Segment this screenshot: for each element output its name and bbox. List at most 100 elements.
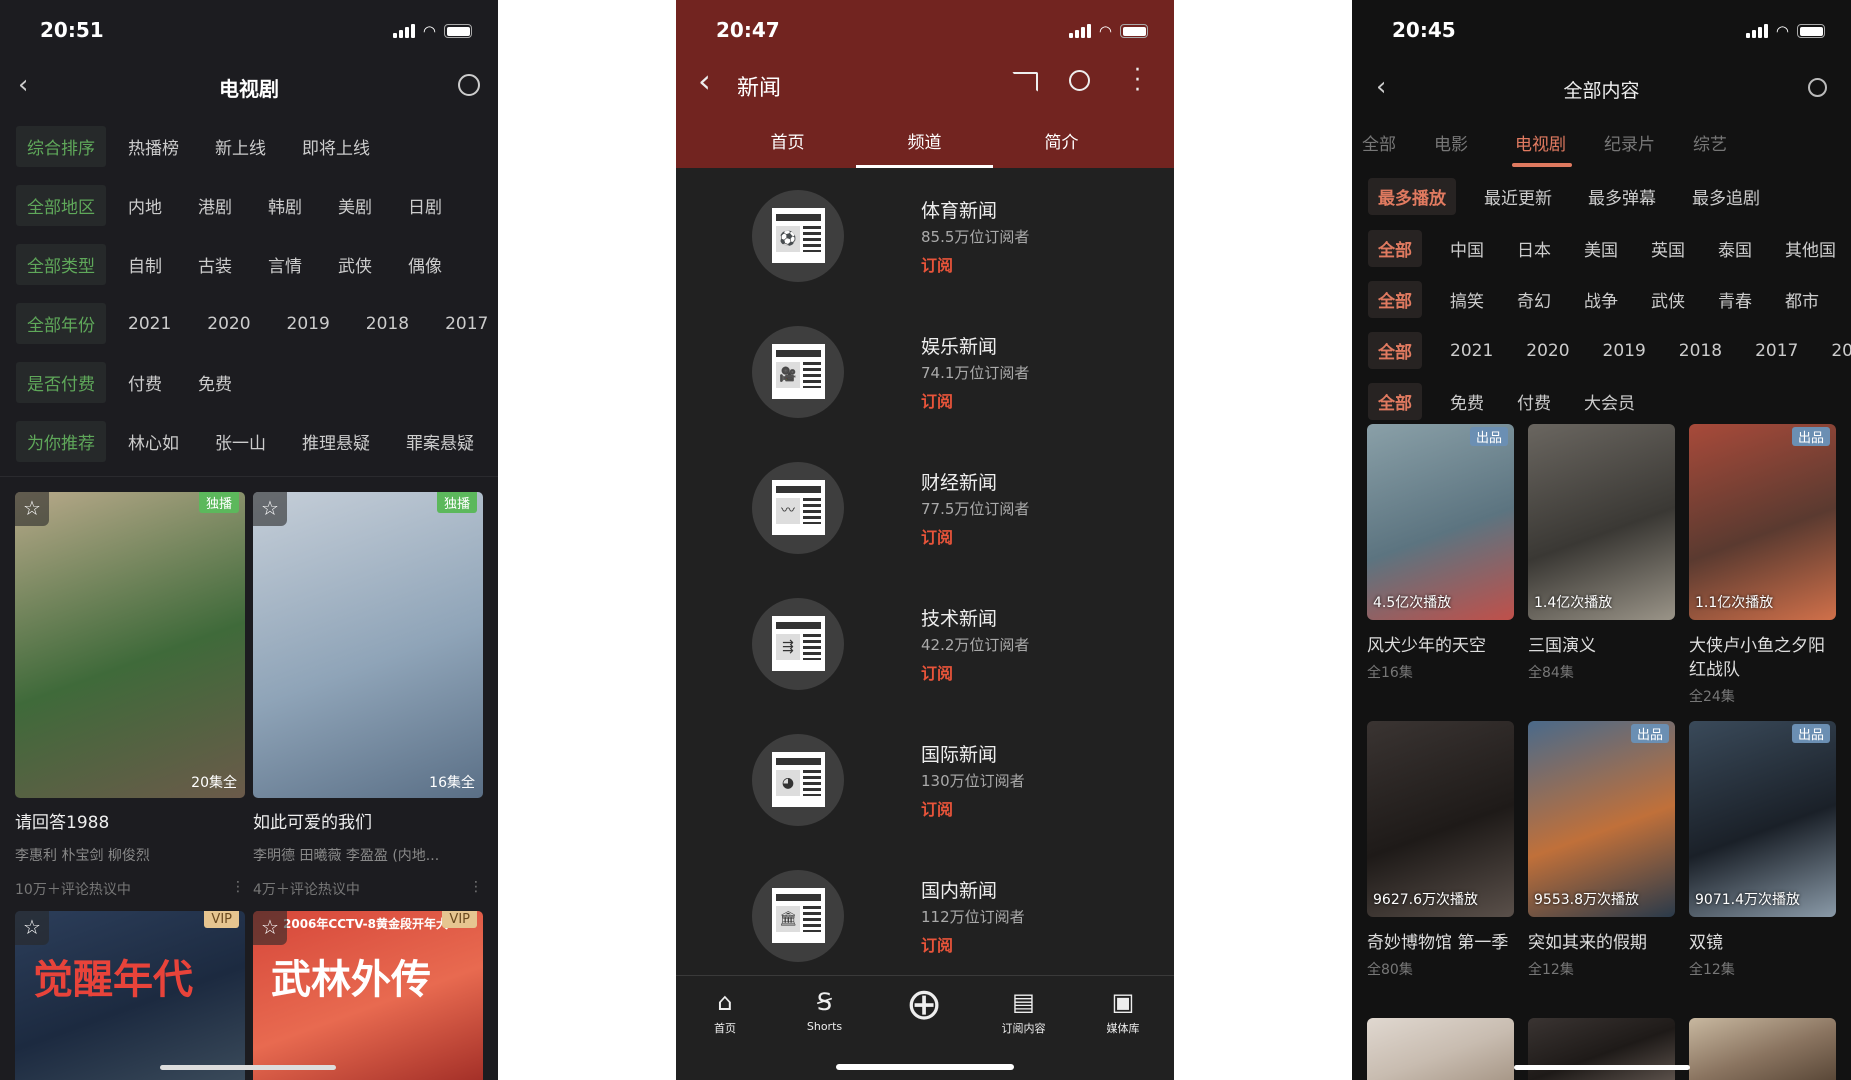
filter-option[interactable]: 武侠 <box>338 252 372 277</box>
subscribe-button[interactable]: 订阅 <box>921 796 953 820</box>
show-card[interactable]: 出品 1.1亿次播放 大侠卢小鱼之夕阳红战队 全24集 <box>1689 424 1836 706</box>
nav-home[interactable]: ⌂ 首页 <box>676 988 775 1036</box>
filter-option[interactable]: 罪案悬疑 <box>406 429 474 454</box>
filter-option[interactable]: 热播榜 <box>128 134 179 159</box>
filter-option[interactable]: 韩剧 <box>268 193 302 218</box>
filter-chip-active[interactable]: 全部 <box>1368 383 1422 420</box>
more-options-icon[interactable]: · · · <box>1134 60 1141 102</box>
filter-option[interactable]: 免费 <box>1450 389 1484 414</box>
favorite-star-icon[interactable]: ☆ <box>253 492 287 526</box>
filter-option[interactable]: 古装 <box>198 252 232 277</box>
tab-1[interactable]: 电影 <box>1434 130 1468 155</box>
filter-option[interactable]: 即将上线 <box>302 134 370 159</box>
sort-chip-active[interactable]: 最多播放 <box>1368 178 1456 215</box>
search-icon[interactable] <box>458 74 480 96</box>
show-card[interactable]: 出品 9553.8万次播放 突如其来的假期 全12集 <box>1528 721 1675 979</box>
filter-option[interactable]: 内地 <box>128 193 162 218</box>
filter-option[interactable]: 中国 <box>1450 236 1484 261</box>
filter-option[interactable]: 新上线 <box>215 134 266 159</box>
filter-option[interactable]: 2020 <box>207 314 250 334</box>
tab-2[interactable]: 电视剧 <box>1515 130 1566 155</box>
filter-option[interactable]: 2021 <box>1450 341 1493 361</box>
filter-option[interactable]: 自制 <box>128 252 162 277</box>
tab-4[interactable]: 综艺 <box>1693 130 1727 155</box>
channel-item[interactable]: 🏛 国内新闻 112万位订阅者 订阅 <box>676 870 1174 990</box>
channel-item[interactable]: ⇶ 技术新闻 42.2万位订阅者 订阅 <box>676 598 1174 718</box>
filter-option[interactable]: 港剧 <box>198 193 232 218</box>
poster-image[interactable] <box>1689 1018 1836 1080</box>
poster-image[interactable]: ☆ 独播 20集全 <box>15 492 245 798</box>
filter-chip-active[interactable]: 是否付费 <box>16 362 106 403</box>
filter-chip-active[interactable]: 全部年份 <box>16 303 106 344</box>
filter-option[interactable]: 武侠 <box>1651 287 1685 312</box>
filter-chip-active[interactable]: 全部 <box>1368 230 1422 267</box>
channel-item[interactable]: ⚽ 体育新闻 85.5万位订阅者 订阅 <box>676 190 1174 310</box>
poster-image[interactable] <box>1528 1018 1675 1080</box>
poster-image[interactable]: 9627.6万次播放 <box>1367 721 1514 917</box>
show-card[interactable]: 9627.6万次播放 奇妙博物馆 第一季 全80集 <box>1367 721 1514 979</box>
subscribe-button[interactable]: 订阅 <box>921 524 953 548</box>
filter-option[interactable]: 奇幻 <box>1517 287 1551 312</box>
back-button[interactable]: ‹ <box>698 62 711 100</box>
filter-option[interactable]: 2019 <box>287 314 330 334</box>
tab-2[interactable]: 简介 <box>993 128 1130 153</box>
filter-option[interactable]: 免费 <box>198 370 232 395</box>
search-icon[interactable] <box>1069 70 1090 91</box>
filter-option[interactable]: 付费 <box>128 370 162 395</box>
nav-shorts[interactable]: Ꞩ Shorts <box>775 988 875 1033</box>
show-card[interactable] <box>1367 1018 1514 1080</box>
filter-option[interactable]: 日本 <box>1517 236 1551 261</box>
subscribe-button[interactable]: 订阅 <box>921 660 953 684</box>
poster-image[interactable]: 1.4亿次播放 <box>1528 424 1675 620</box>
poster-image[interactable]: 出品 9553.8万次播放 <box>1528 721 1675 917</box>
filter-option[interactable]: 搞笑 <box>1450 287 1484 312</box>
filter-option[interactable]: 张一山 <box>215 429 266 454</box>
filter-option[interactable]: 泰国 <box>1718 236 1752 261</box>
filter-option[interactable]: 林心如 <box>128 429 179 454</box>
filter-chip-active[interactable]: 为你推荐 <box>16 421 106 462</box>
filter-option[interactable]: 英国 <box>1651 236 1685 261</box>
favorite-star-icon[interactable]: ☆ <box>253 911 287 945</box>
subscribe-button[interactable]: 订阅 <box>921 932 953 956</box>
filter-option[interactable]: 大会员 <box>1584 389 1635 414</box>
poster-image[interactable]: 出品 1.1亿次播放 <box>1689 424 1836 620</box>
filter-chip-active[interactable]: 全部类型 <box>16 244 106 285</box>
nav-subscriptions[interactable]: ▤ 订阅内容 <box>974 988 1074 1036</box>
filter-option[interactable]: 美剧 <box>338 193 372 218</box>
filter-option[interactable]: 2018 <box>1679 341 1722 361</box>
sort-option[interactable]: 最多追剧 <box>1692 184 1760 209</box>
nav-library[interactable]: ▣ 媒体库 <box>1073 988 1173 1036</box>
filter-option[interactable]: 2017 <box>1755 341 1798 361</box>
poster-image[interactable]: 觉醒年代 ☆ VIP <box>15 911 245 1080</box>
filter-option[interactable]: 付费 <box>1517 389 1551 414</box>
filter-option[interactable]: 2020 <box>1526 341 1569 361</box>
filter-chip-active[interactable]: 全部 <box>1368 281 1422 318</box>
filter-chip-active[interactable]: 全部 <box>1368 332 1422 369</box>
search-icon[interactable] <box>1808 78 1827 97</box>
show-card[interactable] <box>1528 1018 1675 1080</box>
filter-chip-active[interactable]: 综合排序 <box>16 126 106 167</box>
nav-create-plus[interactable]: ⊕ <box>874 983 974 1027</box>
filter-option[interactable]: 推理悬疑 <box>302 429 370 454</box>
tab-0[interactable]: 全部 <box>1362 130 1396 155</box>
favorite-star-icon[interactable]: ☆ <box>15 911 49 945</box>
filter-option[interactable]: 言情 <box>268 252 302 277</box>
poster-image[interactable]: 出品 9071.4万次播放 <box>1689 721 1836 917</box>
filter-option[interactable]: 偶像 <box>408 252 442 277</box>
show-card[interactable]: 2006年CCTV-8黄金段开年大 武林外传 ☆ VIP <box>253 911 483 1080</box>
tab-1[interactable]: 频道 <box>856 128 993 153</box>
filter-option[interactable]: 2017 <box>445 314 488 334</box>
show-card[interactable]: 出品 9071.4万次播放 双镜 全12集 <box>1689 721 1836 979</box>
tab-3[interactable]: 纪录片 <box>1604 130 1655 155</box>
filter-option[interactable]: 美国 <box>1584 236 1618 261</box>
tab-0[interactable]: 首页 <box>719 128 856 153</box>
filter-option[interactable]: 其他国 <box>1785 236 1836 261</box>
poster-image[interactable]: ☆ 独播 16集全 <box>253 492 483 798</box>
filter-option[interactable]: 2018 <box>366 314 409 334</box>
channel-item[interactable]: 〰 财经新闻 77.5万位订阅者 订阅 <box>676 462 1174 582</box>
filter-chip-active[interactable]: 全部地区 <box>16 185 106 226</box>
channel-item[interactable]: 🎥 娱乐新闻 74.1万位订阅者 订阅 <box>676 326 1174 446</box>
filter-option[interactable]: 2016 <box>1831 341 1851 361</box>
show-card[interactable]: 出品 4.5亿次播放 风犬少年的天空 全16集 <box>1367 424 1514 682</box>
favorite-star-icon[interactable]: ☆ <box>15 492 49 526</box>
